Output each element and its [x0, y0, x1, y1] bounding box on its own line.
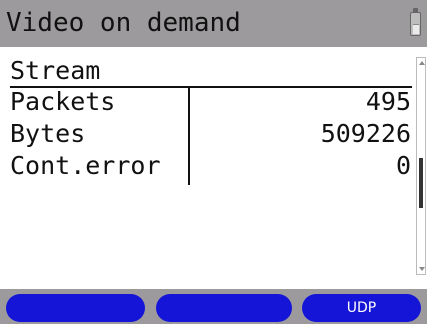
softkey-udp-button[interactable]: UDP [302, 294, 421, 322]
softkey-1-button[interactable] [6, 294, 145, 322]
softkey-2-button[interactable] [156, 294, 292, 322]
title-bar: Video on demand [0, 0, 427, 47]
device-screen: Video on demand Stream Packets 495 Bytes… [0, 0, 427, 324]
row-value-cont-error: 0 [395, 151, 411, 180]
row-label-packets: Packets [10, 87, 116, 116]
row-label-cont-error: Cont.error [10, 151, 161, 180]
page-title: Video on demand [6, 8, 241, 38]
scroll-down-arrow-icon[interactable] [419, 267, 425, 271]
vertical-scrollbar[interactable] [416, 57, 426, 275]
row-label-bytes: Bytes [10, 119, 86, 148]
row-value-packets: 495 [365, 87, 411, 116]
scroll-up-arrow-icon[interactable] [419, 61, 425, 65]
softkey-bar: UDP [0, 289, 427, 324]
battery-icon [410, 8, 421, 36]
scrollbar-thumb[interactable] [419, 158, 423, 208]
section-title: Stream [10, 56, 101, 85]
stream-panel: Stream Packets 495 Bytes 509226 Cont.err… [0, 47, 415, 289]
table-row: Cont.error 0 [0, 151, 415, 181]
battery-cap [413, 8, 418, 12]
row-value-bytes: 509226 [320, 119, 411, 148]
battery-level [412, 23, 419, 34]
table-row: Packets 495 [0, 87, 415, 117]
table-row: Bytes 509226 [0, 119, 415, 149]
